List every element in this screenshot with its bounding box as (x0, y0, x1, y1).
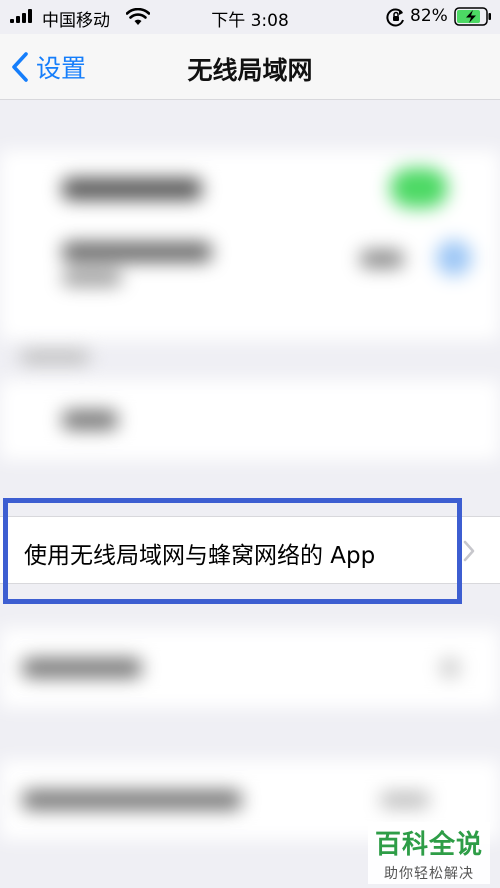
blurred-text (22, 658, 142, 678)
row-label: 使用无线局域网与蜂窝网络的 App (24, 543, 376, 569)
watermark-title: 百科全说 (374, 830, 483, 860)
blurred-text (380, 792, 430, 808)
blurred-info-icon (436, 240, 472, 276)
rotation-lock-icon (386, 8, 404, 27)
blurred-text (360, 250, 404, 268)
navigation-bar: 设置 无线局域网 (0, 34, 500, 100)
apps-using-wlan-and-cellular-row[interactable]: 使用无线局域网与蜂窝网络的 App (0, 516, 500, 584)
battery-charging-icon (454, 7, 491, 26)
chevron-right-icon (463, 540, 475, 562)
page-title: 无线局域网 (187, 56, 313, 85)
blurred-text (22, 790, 242, 810)
blurred-text (62, 270, 122, 286)
blurred-text (62, 242, 212, 262)
blurred-text (62, 410, 118, 430)
watermark-subtitle: 助你轻松解决 (384, 866, 474, 882)
blurred-text (62, 178, 202, 200)
blurred-text (20, 350, 90, 364)
battery-percent: 82% (410, 6, 448, 26)
blurred-chevron (440, 658, 460, 678)
blurred-toggle (390, 168, 448, 208)
watermark-logo: 百科全说 助你轻松解决 (368, 822, 490, 884)
status-bar: 中国移动 下午 3:08 82% (0, 0, 500, 34)
blurred-settings-content (0, 100, 500, 888)
